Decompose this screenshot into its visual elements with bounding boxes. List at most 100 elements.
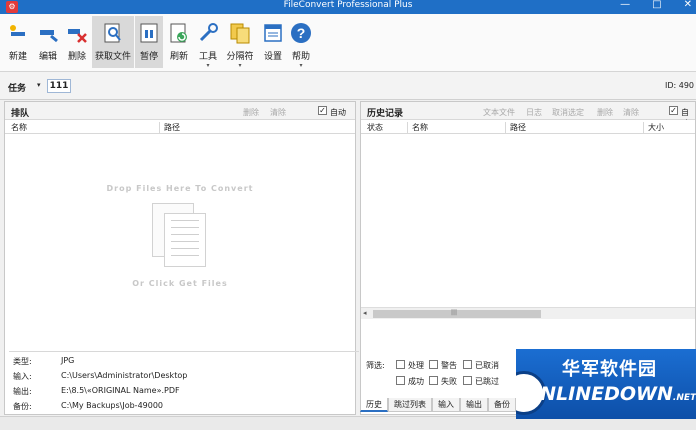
info-output-row: 输出: E:\8.5\«ORIGINAL Name».PDF <box>7 383 351 398</box>
queue-column-headers: 名称 路径 <box>5 120 355 134</box>
queue-column-path[interactable]: 路径 <box>159 122 180 134</box>
filter-success-label: 成功 <box>408 377 424 386</box>
help-icon: ? <box>290 22 312 44</box>
watermark-cn-text: 华军软件园 <box>562 359 657 380</box>
history-column-size[interactable]: 大小 <box>643 122 664 134</box>
settings-icon <box>262 22 284 44</box>
info-key: 输入: <box>13 372 32 381</box>
info-value: JPG <box>61 356 75 365</box>
history-auto-checkbox[interactable]: ✓ <box>669 106 678 115</box>
pause-button[interactable]: 暂停 <box>135 16 163 68</box>
onlinedown-watermark: 华军软件园 ONLINEDOWN.NET <box>516 349 696 419</box>
info-backup-row: 备份: C:\My Backups\Job-49000 <box>7 398 351 413</box>
close-button[interactable]: ✕ <box>684 0 692 14</box>
info-key: 输出: <box>13 387 32 396</box>
queue-auto-checkbox[interactable]: ✓ <box>318 106 327 115</box>
settings-button-label: 设置 <box>263 52 282 62</box>
filter-cancelled-checkbox[interactable] <box>463 360 472 369</box>
history-log-link[interactable]: 日志 <box>526 107 542 118</box>
info-key: 类型: <box>13 357 32 366</box>
info-value: E:\8.5\«ORIGINAL Name».PDF <box>61 386 180 395</box>
edit-button[interactable]: 编辑 <box>34 16 62 68</box>
watermark-en-text: ONLINEDOWN.NET <box>524 383 696 405</box>
new-button[interactable]: 新建 <box>4 16 32 68</box>
title-bar: ⚙ FileConvert Professional Plus — □ ✕ <box>0 0 696 14</box>
new-button-label: 新建 <box>8 52 27 62</box>
info-input-row: 输入: C:\Users\Administrator\Desktop <box>7 368 351 383</box>
queue-title: 排队 <box>11 109 30 119</box>
task-id: ID: 490 <box>664 81 694 90</box>
history-text-file-link[interactable]: 文本文件 <box>483 107 515 118</box>
filter-skipped-checkbox[interactable] <box>463 376 472 385</box>
info-type-row: 类型: JPG <box>7 353 351 368</box>
help-button-label: 帮助 <box>291 52 310 62</box>
history-column-headers: 状态 名称 路径 大小 <box>361 120 695 134</box>
filter-cancelled-label: 已取消 <box>475 361 499 370</box>
tools-button[interactable]: 工具 ▾ <box>195 16 221 69</box>
history-tabs: 历史 跳过列表 输入 输出 备份 <box>360 398 520 412</box>
history-column-path[interactable]: 路径 <box>505 122 526 134</box>
filter-failed-checkbox[interactable] <box>429 376 438 385</box>
filter-processing-label: 处理 <box>408 361 424 370</box>
tab-output[interactable]: 输出 <box>460 398 488 412</box>
get-files-button[interactable]: 获取文件 <box>92 16 134 68</box>
tools-icon <box>197 22 219 44</box>
task-bar: 任务 ▾ 111 ID: 490 <box>0 72 696 100</box>
tab-skip-list[interactable]: 跳过列表 <box>388 398 432 412</box>
history-column-name[interactable]: 名称 <box>407 122 428 134</box>
queue-delete-link[interactable]: 删除 <box>243 107 259 118</box>
settings-button[interactable]: 设置 <box>259 16 287 68</box>
refresh-button[interactable]: 刷新 <box>165 16 193 68</box>
ribbon-toolbar: 新建 编辑 删除 获取文件 暂停 刷新 工具 ▾ 分隔符 ▾ 设置 ? 帮助 ▾ <box>0 14 696 72</box>
maximize-button[interactable]: □ <box>652 0 661 14</box>
queue-column-name[interactable]: 名称 <box>7 122 27 134</box>
info-value: C:\Users\Administrator\Desktop <box>61 371 188 380</box>
scroll-grip: ||| <box>451 309 458 316</box>
separator-button[interactable]: 分隔符 ▾ <box>224 16 256 69</box>
tab-backup[interactable]: 备份 <box>488 398 516 412</box>
queue-auto-label: 自动 <box>330 108 346 117</box>
task-dropdown-icon[interactable]: ▾ <box>37 81 41 89</box>
minimize-button[interactable]: — <box>620 0 630 14</box>
filter-label: 筛选: <box>366 361 385 370</box>
help-button[interactable]: ? 帮助 ▾ <box>287 16 315 69</box>
tab-input[interactable]: 输入 <box>432 398 460 412</box>
info-value: C:\My Backups\Job-49000 <box>61 401 164 410</box>
tab-history[interactable]: 历史 <box>360 398 388 412</box>
filter-failed-label: 失败 <box>441 377 457 386</box>
pause-button-label: 暂停 <box>139 52 158 62</box>
history-filters: 筛选: 处理 警告 已取消 成功 失败 已跳过 <box>360 352 520 402</box>
filter-warning-checkbox[interactable] <box>429 360 438 369</box>
chevron-down-icon: ▾ <box>206 62 210 69</box>
scroll-left-icon[interactable]: ◂ <box>363 309 367 317</box>
delete-icon <box>66 22 88 44</box>
queue-info: 类型: JPG 输入: C:\Users\Administrator\Deskt… <box>7 353 351 413</box>
tools-button-label: 工具 <box>198 52 217 62</box>
task-number-field[interactable]: 111 <box>47 79 71 93</box>
window-title: FileConvert Professional Plus <box>283 0 413 10</box>
queue-clear-link[interactable]: 清除 <box>270 107 286 118</box>
history-deselect-link[interactable]: 取消选定 <box>552 107 584 118</box>
get-files-hint: Or Click Get Files <box>132 279 228 288</box>
svg-text:?: ? <box>297 25 306 41</box>
task-label: 任务 <box>8 84 27 94</box>
refresh-button-label: 刷新 <box>169 52 188 62</box>
delete-button[interactable]: 删除 <box>63 16 91 68</box>
get-files-button-label: 获取文件 <box>94 52 131 62</box>
history-clear-link[interactable]: 清除 <box>623 107 639 118</box>
delete-button-label: 删除 <box>67 52 86 62</box>
filter-processing-checkbox[interactable] <box>396 360 405 369</box>
history-column-status[interactable]: 状态 <box>363 122 383 134</box>
filter-warning-label: 警告 <box>441 361 457 370</box>
separator-button-label: 分隔符 <box>226 52 254 62</box>
edit-icon <box>37 22 59 44</box>
history-delete-link[interactable]: 删除 <box>597 107 613 118</box>
pause-icon <box>138 22 160 44</box>
history-horizontal-scrollbar[interactable]: ◂ ||| <box>361 307 695 319</box>
chevron-down-icon: ▾ <box>299 62 303 69</box>
filter-success-checkbox[interactable] <box>396 376 405 385</box>
filter-skipped-label: 已跳过 <box>475 377 499 386</box>
documents-icon <box>152 203 212 269</box>
drop-files-hint: Drop Files Here To Convert <box>106 184 254 193</box>
info-divider <box>9 351 359 352</box>
